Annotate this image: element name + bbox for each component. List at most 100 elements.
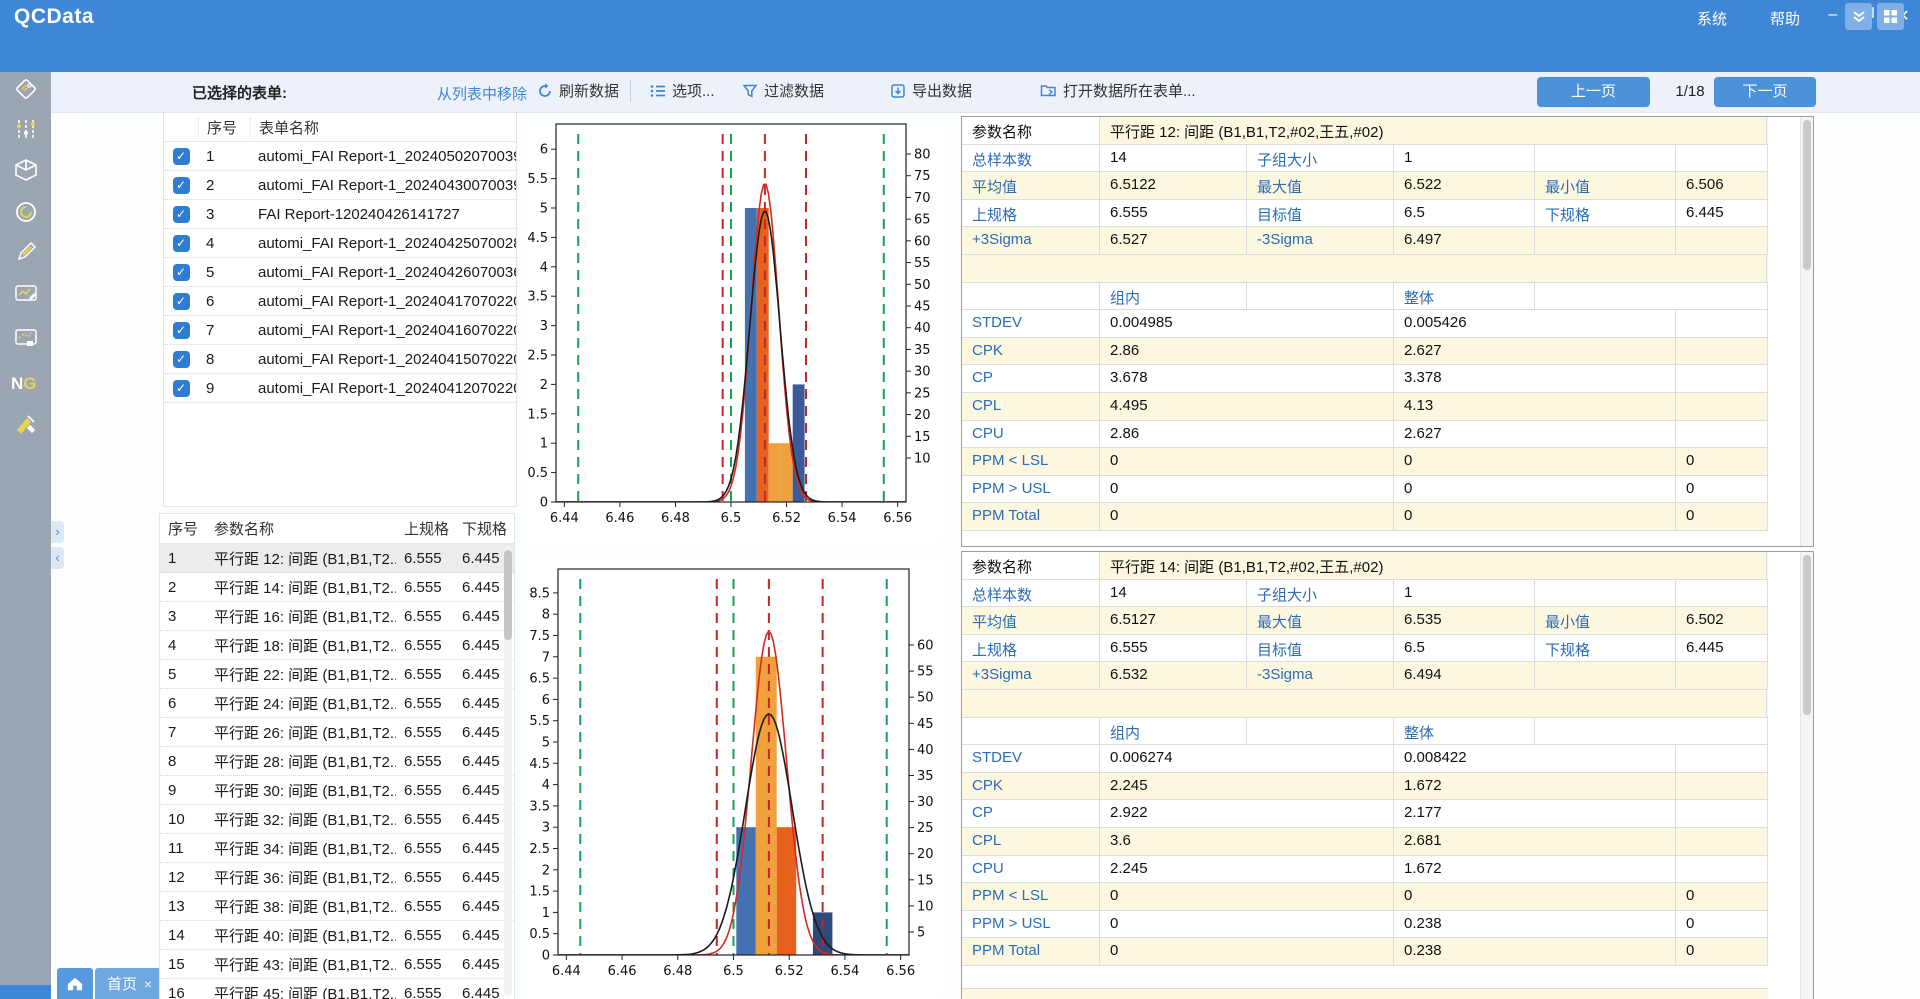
param-name-value: 平行距 12: 间距 (B1,B1,T2,#02,王五,#02) [1100, 117, 1767, 144]
table-row[interactable]: 8平行距 28: 间距 (B1,B1,T2...6.5556.445 [160, 747, 514, 776]
y-axis-tick: 2 [542, 863, 550, 878]
minimize-button[interactable]: – [1820, 6, 1846, 24]
prev-page-button[interactable]: 上一页 [1537, 77, 1650, 107]
panel-scrollbar-thumb[interactable] [1803, 120, 1811, 270]
table-row[interactable]: 3平行距 16: 间距 (B1,B1,T2...6.5556.445 [160, 602, 514, 631]
sidebar-item-model[interactable] [13, 157, 39, 183]
stat-cell [962, 283, 1100, 310]
blank-row-cell [962, 690, 1767, 717]
tab-homepage[interactable]: 首页 × [95, 968, 164, 999]
next-page-button[interactable]: 下一页 [1714, 77, 1816, 107]
overall-value: 2.627 [1394, 421, 1676, 448]
extra-value [1676, 393, 1768, 420]
checkbox[interactable]: ✓ [173, 177, 190, 194]
table-row[interactable]: 4平行距 18: 间距 (B1,B1,T2...6.5556.445 [160, 631, 514, 660]
table-row[interactable]: 10平行距 32: 间距 (B1,B1,T2...6.5556.445 [160, 805, 514, 834]
sidebar-item-ng[interactable]: NG [11, 374, 37, 394]
sidebar-item-settings[interactable] [13, 116, 39, 142]
filter-data-button[interactable]: 过滤数据 [742, 80, 824, 101]
open-source-form-button[interactable]: 打开数据所在表单... [1040, 80, 1196, 101]
table-row[interactable]: ✓3FAI Report-120240426141727 [164, 200, 516, 229]
options-list-icon [650, 83, 666, 99]
stat-value [1676, 580, 1768, 607]
remove-from-list-link[interactable]: 从列表中移除 [437, 83, 527, 104]
col-header-form-name: 表单名称 [250, 117, 516, 138]
export-data-button[interactable]: 导出数据 [890, 80, 972, 101]
y-axis-tick: 5.5 [529, 714, 550, 729]
selected-forms-label: 已选择的表单: [192, 82, 287, 103]
sidebar-item-target[interactable] [13, 199, 39, 225]
checkbox[interactable]: ✓ [173, 206, 190, 223]
sidebar-item-chart-edit[interactable] [13, 281, 39, 307]
stat-label: 最大值 [1247, 172, 1394, 199]
checkbox[interactable]: ✓ [173, 235, 190, 252]
stat-row: 平均值6.5127最大值6.535最小值6.502 [962, 607, 1768, 635]
options-button[interactable]: 选项... [650, 80, 715, 101]
panel-scrollbar[interactable] [1800, 117, 1813, 546]
stat-row: 参数名称平行距 14: 间距 (B1,B1,T2,#02,王五,#02) [962, 552, 1768, 580]
table-row[interactable]: 16平行距 45: 间距 (B1,B1,T2...6.5556.445 [160, 979, 514, 999]
checkbox[interactable]: ✓ [173, 351, 190, 368]
menu-help[interactable]: 帮助 [1770, 8, 1800, 29]
table-row[interactable]: 2平行距 14: 间距 (B1,B1,T2...6.5556.445 [160, 573, 514, 602]
usl-value: 6.555 [396, 985, 454, 999]
table-row[interactable]: 9平行距 30: 间距 (B1,B1,T2...6.5556.445 [160, 776, 514, 805]
table-row[interactable]: ✓8automi_FAI Report-1_20240415070220 [164, 345, 516, 374]
tab-grid-button[interactable] [1877, 3, 1904, 30]
table-row[interactable]: ✓9automi_FAI Report-1_20240412070220 [164, 374, 516, 403]
y-axis-tick: 3 [542, 821, 550, 836]
checkbox[interactable]: ✓ [173, 148, 190, 165]
table-row[interactable]: ✓5automi_FAI Report-1_20240426070036 [164, 258, 516, 287]
right-axis-tick: 10 [914, 452, 931, 467]
tab-home[interactable] [57, 968, 93, 999]
y-axis-tick: 7 [542, 650, 550, 665]
table-row[interactable]: 5平行距 22: 间距 (B1,B1,T2...6.5556.445 [160, 660, 514, 689]
table-row[interactable]: ✓6automi_FAI Report-1_20240417070220 [164, 287, 516, 316]
sidebar-item-chart-hand[interactable] [13, 326, 39, 352]
stat-value: 6.5122 [1100, 172, 1247, 199]
table-row[interactable]: 11平行距 34: 间距 (B1,B1,T2...6.5556.445 [160, 834, 514, 863]
y-axis-tick: 1 [540, 437, 548, 452]
collapse-panel-handle[interactable]: ‹ [51, 547, 64, 569]
refresh-data-button[interactable]: 刷新数据 [537, 80, 619, 101]
table-row[interactable]: 1平行距 12: 间距 (B1,B1,T2...6.5556.445 [160, 544, 514, 573]
sidebar-item-tools[interactable] [13, 412, 39, 438]
table-row[interactable]: 13平行距 38: 间距 (B1,B1,T2...6.5556.445 [160, 892, 514, 921]
checkbox[interactable]: ✓ [173, 293, 190, 310]
sidebar-item-edit[interactable] [13, 239, 39, 265]
table-row[interactable]: ✓2automi_FAI Report-1_20240430070039 [164, 171, 516, 200]
table-row[interactable]: ✓4automi_FAI Report-1_20240425070028 [164, 229, 516, 258]
table-row[interactable]: ✓7automi_FAI Report-1_20240416070220 [164, 316, 516, 345]
checkbox[interactable]: ✓ [173, 380, 190, 397]
extra-value: 0 [1676, 448, 1768, 475]
stat-label: 上规格 [962, 635, 1100, 662]
params-scrollbar[interactable] [504, 546, 512, 996]
table-row[interactable]: 14平行距 40: 间距 (B1,B1,T2...6.5556.445 [160, 921, 514, 950]
stat-label: CPK [962, 338, 1100, 365]
menu-system[interactable]: 系统 [1697, 8, 1727, 29]
panel-scrollbar[interactable] [1800, 552, 1813, 999]
collapse-tabs-button[interactable] [1845, 3, 1872, 30]
panel-scrollbar-thumb[interactable] [1803, 555, 1811, 715]
table-row[interactable]: 15平行距 43: 间距 (B1,B1,T2...6.5556.445 [160, 950, 514, 979]
double-chevron-down-icon [1851, 9, 1867, 25]
checkbox[interactable]: ✓ [173, 264, 190, 281]
expand-panel-handle[interactable]: › [51, 521, 64, 543]
checkbox-cell: ✓ [164, 235, 198, 252]
table-row[interactable]: 7平行距 26: 间距 (B1,B1,T2...6.5556.445 [160, 718, 514, 747]
checkbox[interactable]: ✓ [173, 322, 190, 339]
table-row[interactable]: ✓1automi_FAI Report-1_20240502070039 [164, 142, 516, 171]
sidebar-item-tag[interactable] [13, 76, 39, 102]
param-name: 平行距 43: 间距 (B1,B1,T2... [206, 954, 396, 975]
row-index: 7 [198, 322, 250, 339]
stat-row: CP2.9222.177 [962, 800, 1768, 828]
stat-value: 1 [1394, 145, 1535, 172]
next-section-partial-row [962, 988, 1768, 999]
params-scrollbar-thumb[interactable] [504, 550, 512, 640]
table-row[interactable]: 6平行距 24: 间距 (B1,B1,T2...6.5556.445 [160, 689, 514, 718]
tab-close-icon[interactable]: × [144, 976, 152, 992]
stat-value: 6.527 [1100, 227, 1247, 254]
x-axis-tick: 6.44 [550, 511, 579, 526]
table-row[interactable]: 12平行距 36: 间距 (B1,B1,T2...6.5556.445 [160, 863, 514, 892]
filter-icon [742, 83, 758, 99]
